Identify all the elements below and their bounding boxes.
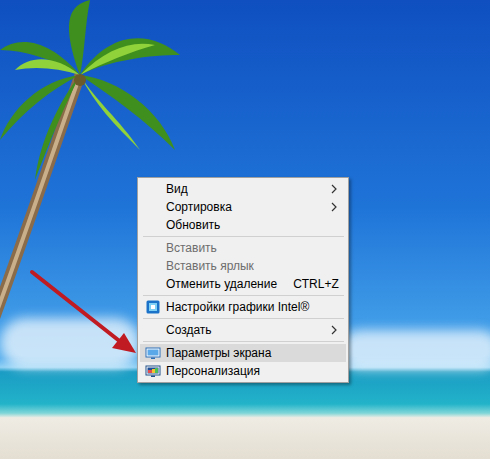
context-menu: Вид Сортировка Обновить Вставить Вставить яр… [137,177,349,383]
menu-item-label: Вставить [166,241,338,256]
menu-item-label: Обновить [166,218,338,233]
menu-item[interactable]: Вставить ярлык [140,257,346,275]
intel-graphics-icon [146,300,160,314]
menu-separator [143,295,344,296]
menu-item-label: Вставить ярлык [166,259,338,274]
menu-item[interactable]: Создать [140,321,346,339]
menu-item[interactable]: Параметры экрана [140,344,346,362]
submenu-arrow-icon [330,202,338,212]
menu-item-label: Вид [166,182,330,197]
menu-item-label: Создать [166,323,330,338]
display-icon [145,346,161,360]
menu-separator [143,318,344,319]
menu-item[interactable]: Персонализация [140,362,346,380]
menu-item-label: Персонализация [166,364,338,379]
personalization-icon [145,364,161,378]
menu-item-label: Сортировка [166,200,330,215]
menu-item[interactable]: Вставить [140,239,346,257]
menu-item[interactable]: Отменить удаление CTRL+Z [140,275,346,293]
menu-item[interactable]: Сортировка [140,198,346,216]
submenu-arrow-icon [330,184,338,194]
menu-item[interactable]: Обновить [140,216,346,234]
menu-item[interactable]: Настройки графики Intel® [140,298,346,316]
menu-item-label: Настройки графики Intel® [166,300,338,315]
desktop: Вид Сортировка Обновить Вставить Вставить яр… [0,0,490,459]
menu-item-label: Отменить удаление [166,277,277,292]
submenu-arrow-icon [330,325,338,335]
menu-item-shortcut: CTRL+Z [293,277,345,292]
menu-separator [143,341,344,342]
menu-item-label: Параметры экрана [166,346,338,361]
menu-item[interactable]: Вид [140,180,346,198]
wallpaper-clouds [340,330,490,370]
menu-separator [143,236,344,237]
